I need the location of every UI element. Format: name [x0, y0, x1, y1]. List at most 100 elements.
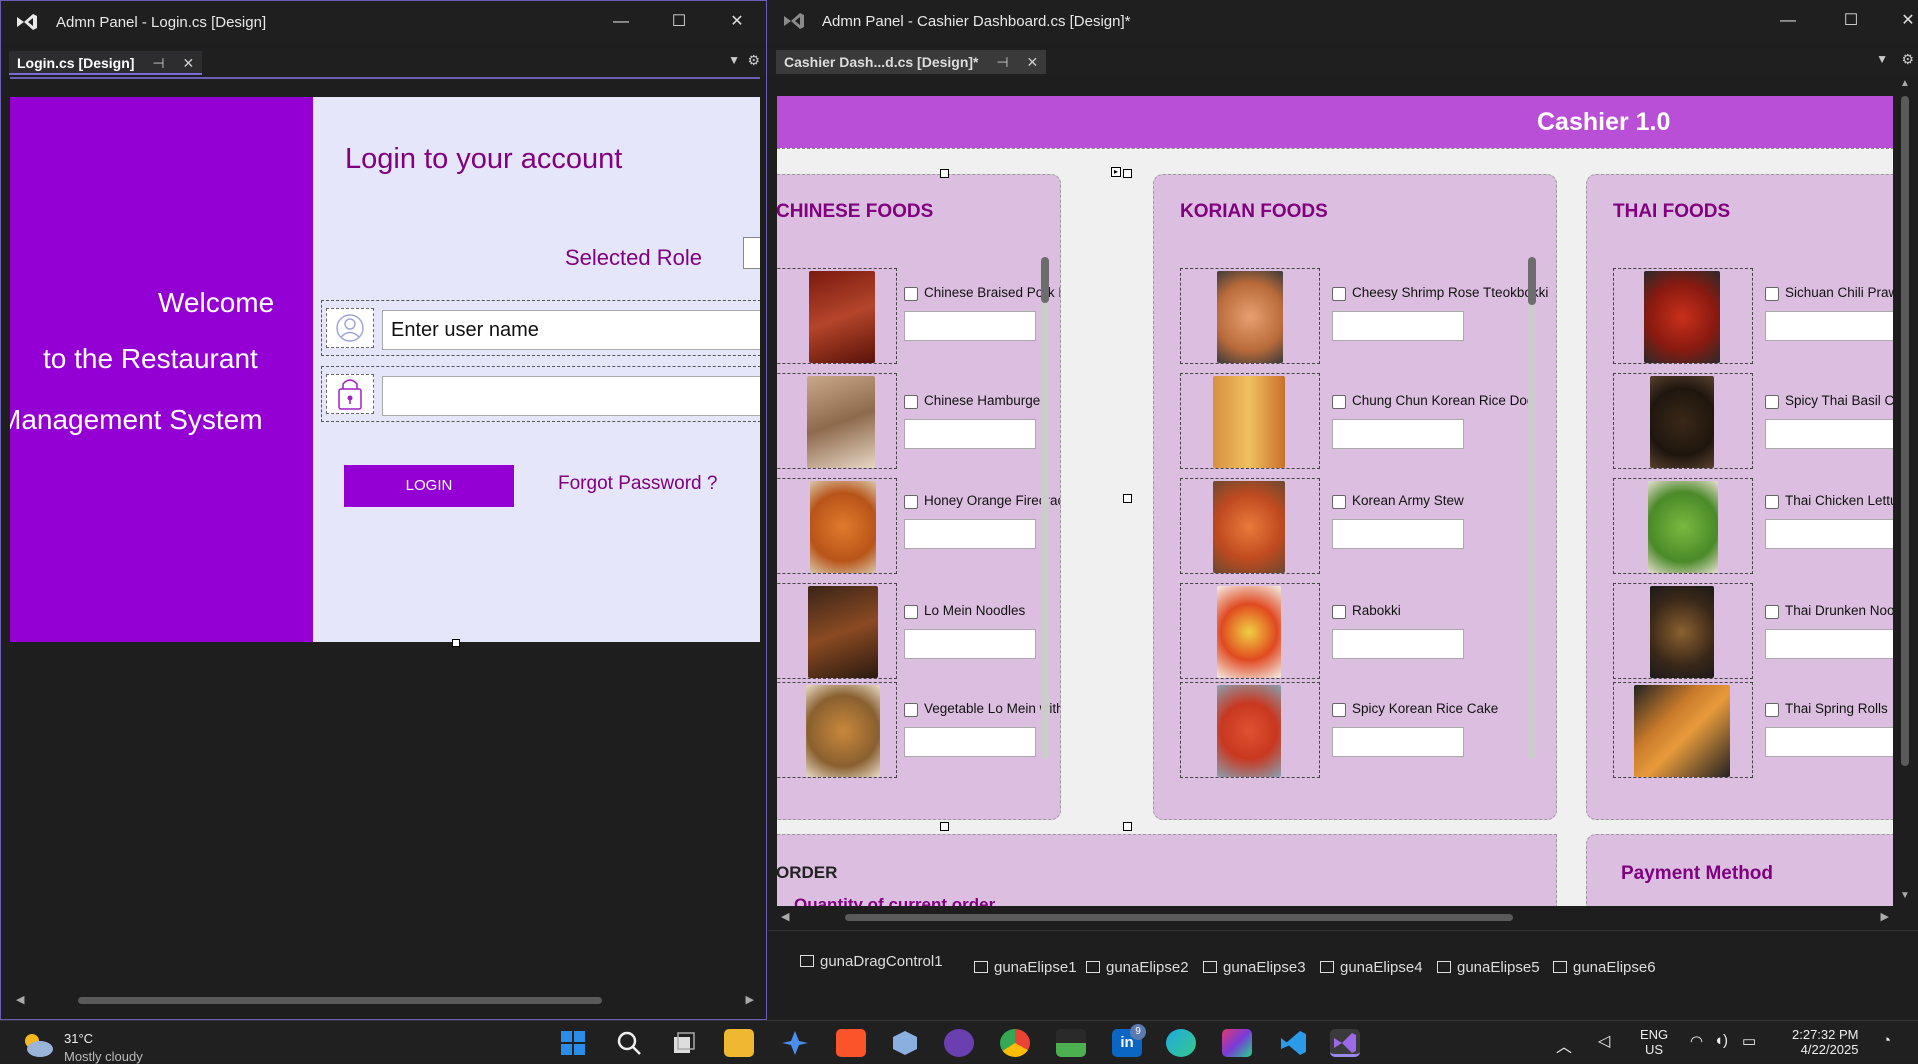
component-item[interactable]: gunaElipse1 — [974, 959, 1077, 976]
scroll-left-icon[interactable]: ◀ — [16, 993, 24, 1006]
quantity-input[interactable] — [904, 311, 1036, 341]
selection-handle[interactable] — [940, 169, 949, 178]
tab-cashier-design[interactable]: Cashier Dash...d.cs [Design]* ⊣ ✕ — [776, 50, 1047, 74]
chevron-up-icon[interactable]: ︿ — [1556, 1033, 1572, 1057]
clock[interactable]: 2:27:32 PM 4/22/2025 — [1792, 1027, 1859, 1057]
quantity-input[interactable] — [904, 419, 1036, 449]
quantity-input[interactable] — [904, 629, 1036, 659]
weather-widget[interactable] — [20, 1029, 56, 1064]
wifi-icon[interactable]: ◠ — [1690, 1032, 1703, 1050]
quantity-input[interactable] — [1765, 519, 1897, 549]
food-checkbox[interactable] — [1332, 395, 1346, 409]
quantity-input[interactable] — [1332, 419, 1464, 449]
component-item[interactable]: gunaElipse6 — [1553, 959, 1656, 976]
send-icon[interactable]: ◁ — [1598, 1031, 1610, 1051]
food-checkbox[interactable] — [1765, 395, 1779, 409]
close-button[interactable]: ✕ — [1888, 8, 1918, 34]
close-tab-icon[interactable]: ✕ — [1027, 50, 1039, 74]
terminal-app-icon[interactable] — [1056, 1029, 1086, 1057]
selection-handle[interactable] — [940, 822, 949, 831]
scroll-right-icon[interactable]: ▶ — [746, 993, 754, 1006]
tab-dropdown-icon[interactable]: ▼ — [1876, 52, 1888, 66]
food-checkbox[interactable] — [1765, 605, 1779, 619]
notification-icon[interactable]: ◔ — [1882, 1032, 1891, 1049]
food-checkbox[interactable] — [904, 287, 918, 301]
smart-tag-icon[interactable]: ▸ — [1111, 167, 1121, 177]
scroll-left-icon[interactable]: ◀ — [781, 910, 789, 923]
food-checkbox[interactable] — [904, 703, 918, 717]
search-icon[interactable] — [614, 1029, 644, 1057]
close-button[interactable]: ✕ — [717, 9, 757, 35]
quantity-input[interactable] — [1765, 727, 1897, 757]
tab-login-design[interactable]: Login.cs [Design] ⊣ ✕ — [9, 51, 203, 75]
food-checkbox[interactable] — [1332, 605, 1346, 619]
scroll-right-icon[interactable]: ▶ — [1881, 910, 1889, 923]
component-item[interactable]: gunaElipse3 — [1203, 959, 1306, 976]
quantity-input[interactable] — [1332, 727, 1464, 757]
selection-handle[interactable] — [1123, 822, 1132, 831]
brave-icon[interactable] — [836, 1029, 866, 1057]
pin-icon[interactable]: ⊣ — [152, 51, 164, 75]
component-item[interactable]: gunaElipse5 — [1437, 959, 1540, 976]
maximize-button[interactable]: ☐ — [659, 9, 699, 35]
jetbrains-icon[interactable] — [1222, 1029, 1252, 1057]
github-desktop-icon[interactable] — [944, 1029, 974, 1057]
minimize-button[interactable]: — — [601, 9, 641, 35]
food-checkbox[interactable] — [1332, 287, 1346, 301]
selection-handle[interactable] — [1123, 494, 1132, 503]
tab-dropdown-icon[interactable]: ▼ — [728, 53, 740, 67]
gear-icon[interactable]: ⚙ — [747, 52, 760, 69]
quantity-input[interactable] — [1332, 311, 1464, 341]
close-tab-icon[interactable]: ✕ — [182, 51, 194, 75]
vscode-icon[interactable] — [1278, 1029, 1308, 1057]
volume-icon[interactable]: ◖) — [1714, 1032, 1728, 1049]
windows-start-icon[interactable] — [558, 1029, 588, 1057]
component-item[interactable]: gunaDragControl1 — [800, 953, 943, 970]
scroll-thumb[interactable] — [1528, 257, 1536, 305]
designer-vertical-scrollbar[interactable]: ▲ ▼ — [1893, 76, 1917, 906]
component-item[interactable]: gunaElipse2 — [1086, 959, 1189, 976]
food-checkbox[interactable] — [1765, 703, 1779, 717]
login-button[interactable]: LOGIN — [344, 465, 514, 507]
scroll-thumb[interactable] — [1041, 257, 1049, 303]
scroll-thumb[interactable] — [78, 997, 602, 1004]
selection-handle[interactable] — [1123, 169, 1132, 178]
quantity-input[interactable] — [904, 727, 1036, 757]
quantity-input[interactable] — [1332, 629, 1464, 659]
visual-studio-icon[interactable] — [1330, 1029, 1360, 1057]
quantity-input[interactable] — [904, 519, 1036, 549]
food-checkbox[interactable] — [1765, 495, 1779, 509]
file-explorer-icon[interactable] — [724, 1029, 754, 1057]
maximize-button[interactable]: ☐ — [1831, 8, 1871, 34]
minimize-button[interactable]: — — [1768, 8, 1808, 34]
food-checkbox[interactable] — [904, 605, 918, 619]
box-app-icon[interactable] — [890, 1029, 920, 1057]
component-item[interactable]: gunaElipse4 — [1320, 959, 1423, 976]
battery-icon[interactable]: ▭ — [1742, 1032, 1756, 1050]
gear-icon[interactable]: ⚙ — [1901, 51, 1914, 68]
food-checkbox[interactable] — [1332, 495, 1346, 509]
quantity-input[interactable] — [1765, 419, 1897, 449]
horizontal-scrollbar[interactable]: ◀ ▶ — [10, 989, 760, 1011]
quantity-input[interactable] — [1332, 519, 1464, 549]
chrome-icon[interactable] — [1000, 1029, 1030, 1057]
password-input[interactable] — [382, 376, 760, 416]
scroll-thumb[interactable] — [845, 914, 1513, 921]
scroll-up-icon[interactable]: ▲ — [1900, 78, 1910, 89]
task-view-icon[interactable] — [668, 1029, 698, 1057]
food-checkbox[interactable] — [904, 495, 918, 509]
food-checkbox[interactable] — [1765, 287, 1779, 301]
language-indicator[interactable]: ENG US — [1640, 1027, 1668, 1057]
quantity-input[interactable] — [1765, 311, 1897, 341]
scroll-thumb[interactable] — [1901, 96, 1909, 766]
panel-scrollbar[interactable] — [1528, 257, 1536, 759]
forgot-password-link[interactable]: Forgot Password ? — [558, 473, 717, 495]
edge-icon[interactable] — [1166, 1029, 1196, 1057]
quantity-input[interactable] — [1765, 629, 1897, 659]
scroll-down-icon[interactable]: ▼ — [1900, 890, 1910, 901]
food-checkbox[interactable] — [1332, 703, 1346, 717]
pin-icon[interactable]: ⊣ — [996, 50, 1008, 74]
copilot-icon[interactable] — [780, 1029, 810, 1057]
username-input[interactable]: Enter user name — [382, 310, 760, 350]
food-checkbox[interactable] — [904, 395, 918, 409]
